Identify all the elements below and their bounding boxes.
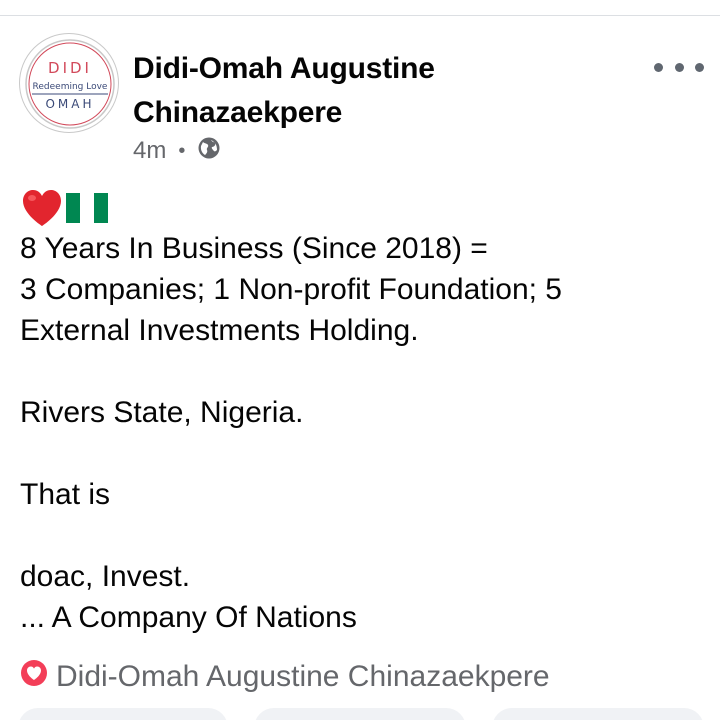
- post-line: 3 Companies; 1 Non-profit Foundation; 5: [20, 273, 562, 306]
- dot-icon: [695, 62, 704, 72]
- post-line: 8 Years In Business (Since 2018) =: [20, 232, 488, 265]
- facebook-post: DIDI Redeeming Love OMAH Didi-Omah Augus…: [0, 0, 720, 720]
- post-line: ... A Company Of Nations: [20, 601, 357, 634]
- meta-separator: •: [178, 139, 186, 162]
- dot-icon: [674, 62, 684, 72]
- divider: [0, 15, 720, 16]
- globe-icon[interactable]: [197, 136, 221, 167]
- post-line: doac, Invest.: [20, 560, 191, 593]
- reactions-summary[interactable]: Didi-Omah Augustine Chinazaekpere: [20, 657, 550, 697]
- share-button[interactable]: [492, 708, 704, 720]
- dot-icon: [654, 62, 663, 72]
- logo-bottom-text: OMAH: [45, 97, 94, 111]
- post-line: External Investments Holding.: [20, 314, 419, 347]
- reaction-names[interactable]: Didi-Omah Augustine Chinazaekpere: [56, 660, 550, 694]
- post-text: 8 Years In Business (Since 2018) = 3 Com…: [20, 228, 710, 638]
- like-button[interactable]: [18, 708, 228, 720]
- didi-omah-logo: DIDI Redeeming Love OMAH: [25, 39, 115, 129]
- post-line: [20, 515, 710, 556]
- author-name[interactable]: Didi-Omah Augustine Chinazaekpere: [133, 47, 553, 135]
- post-time[interactable]: 4m: [133, 137, 166, 165]
- love-reaction-icon: [20, 659, 48, 695]
- post-meta: 4m •: [133, 136, 221, 166]
- avatar[interactable]: DIDI Redeeming Love OMAH: [19, 33, 119, 133]
- post-line: That is: [20, 478, 111, 511]
- logo-top-text: DIDI: [48, 59, 92, 77]
- post-line: [20, 433, 710, 474]
- post-line: [20, 351, 710, 392]
- heart-emoji-icon: [20, 188, 64, 233]
- emoji-row: [20, 188, 108, 232]
- logo-middle-text: Redeeming Love: [33, 82, 108, 92]
- nigeria-flag-icon: [66, 192, 108, 228]
- comment-button[interactable]: [254, 708, 466, 720]
- post-line: Rivers State, Nigeria.: [20, 396, 304, 429]
- more-options-button[interactable]: [654, 52, 704, 82]
